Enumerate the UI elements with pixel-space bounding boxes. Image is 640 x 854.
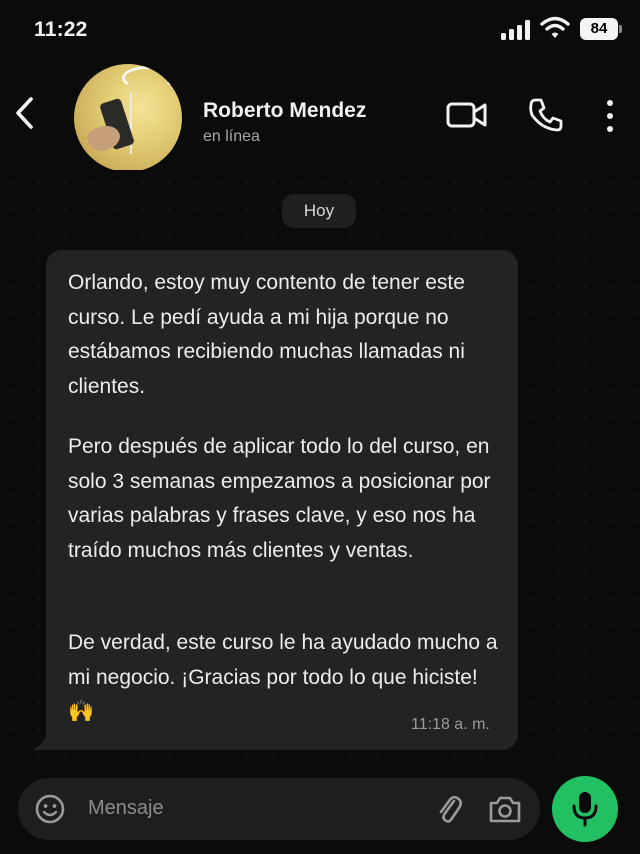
contact-status: en línea — [203, 128, 260, 145]
message-paragraph: Orlando, estoy muy contento de tener est… — [68, 271, 465, 398]
camera-icon[interactable] — [488, 794, 522, 824]
battery-indicator: 84 — [580, 18, 622, 40]
chat-header: Roberto Mendez en línea — [0, 62, 640, 172]
contact-name[interactable]: Roberto Mendez — [203, 99, 366, 123]
battery-level: 84 — [590, 20, 608, 37]
contact-avatar[interactable] — [74, 64, 182, 172]
bubble-tail — [32, 728, 62, 750]
wifi-icon — [540, 16, 570, 38]
microphone-button[interactable] — [552, 776, 618, 842]
date-separator: Hoy — [282, 194, 356, 228]
status-time: 11:22 — [34, 18, 88, 41]
microphone-icon — [572, 792, 598, 827]
phone-icon[interactable] — [528, 97, 564, 133]
more-vertical-icon[interactable] — [602, 98, 618, 134]
message-paragraph: De verdad, este curso le ha ayudado much… — [68, 631, 498, 723]
chevron-left-icon[interactable] — [12, 94, 38, 132]
video-camera-icon[interactable] — [446, 100, 488, 130]
paperclip-icon[interactable] — [436, 792, 462, 826]
emoji-icon[interactable] — [34, 793, 66, 825]
cellular-signal-icon — [501, 20, 530, 40]
message-paragraph: Pero después de aplicar todo lo del curs… — [68, 435, 491, 562]
status-bar: 11:22 84 — [0, 0, 640, 62]
message-input[interactable]: Mensaje — [88, 797, 164, 820]
message-timestamp: 11:18 a. m. — [411, 716, 490, 733]
